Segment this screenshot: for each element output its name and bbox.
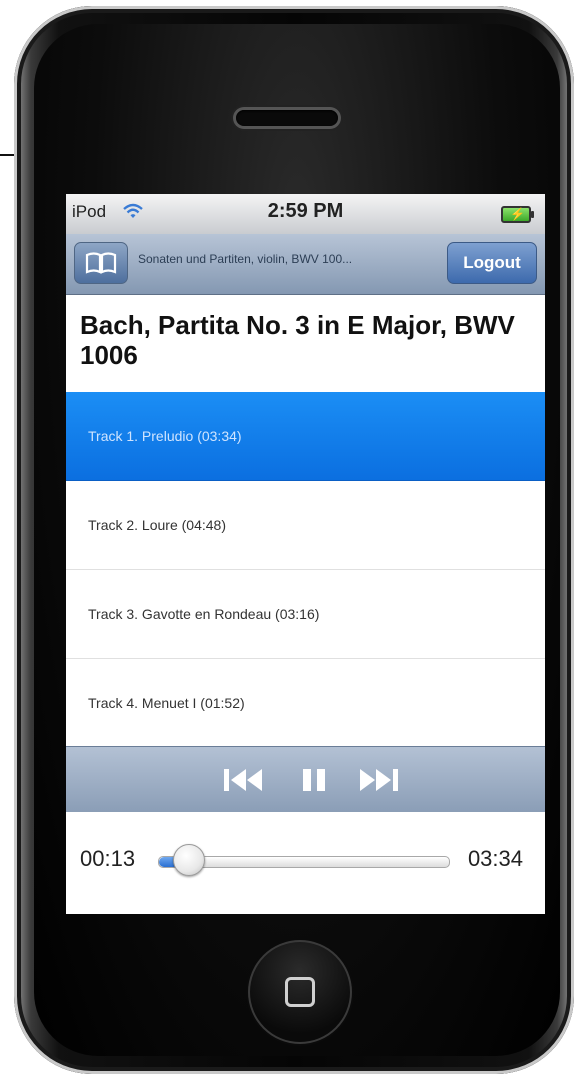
navigation-bar: Sonaten und Partiten, violin, BWV 100...… <box>66 234 545 295</box>
progress-area: 00:13 03:34 <box>66 812 545 914</box>
book-icon <box>85 252 117 274</box>
track-label: Track 3. Gavotte en Rondeau (03:16) <box>88 606 320 622</box>
track-row[interactable]: Track 2. Loure (04:48) <box>66 481 545 570</box>
previous-track-icon[interactable] <box>222 763 266 797</box>
track-label: Track 1. Preludio (03:34) <box>88 428 242 444</box>
track-label: Track 2. Loure (04:48) <box>88 517 226 533</box>
total-time: 03:34 <box>467 846 523 871</box>
status-bar: iPod 2:59 PM ⚡ <box>66 194 545 234</box>
track-label: Track 4. Menuet I (01:52) <box>88 695 245 711</box>
track-row[interactable]: Track 3. Gavotte en Rondeau (03:16) <box>66 570 545 659</box>
elapsed-time: 00:13 <box>80 846 136 871</box>
home-square-icon <box>285 977 315 1007</box>
track-row[interactable]: Track 1. Preludio (03:34) <box>66 392 545 481</box>
playback-controls <box>66 746 545 813</box>
next-track-icon[interactable] <box>356 763 400 797</box>
home-button[interactable] <box>248 940 352 1044</box>
nav-title: Sonaten und Partiten, violin, BWV 100... <box>138 252 353 266</box>
phone-screen: iPod 2:59 PM ⚡ Sonaten und Partiten, vio… <box>66 194 545 914</box>
track-list: Track 1. Preludio (03:34) Track 2. Loure… <box>66 392 545 748</box>
earpiece-speaker <box>236 110 338 126</box>
album-title: Bach, Partita No. 3 in E Major, BWV 1006 <box>80 310 515 370</box>
slider-thumb[interactable] <box>173 844 205 876</box>
logout-button[interactable]: Logout <box>447 242 537 284</box>
track-row[interactable]: Track 4. Menuet I (01:52) <box>66 659 545 748</box>
battery-charging-icon: ⚡ <box>501 206 534 223</box>
status-time: 2:59 PM <box>267 200 344 222</box>
library-button[interactable] <box>74 242 128 284</box>
pause-icon[interactable] <box>296 763 332 797</box>
